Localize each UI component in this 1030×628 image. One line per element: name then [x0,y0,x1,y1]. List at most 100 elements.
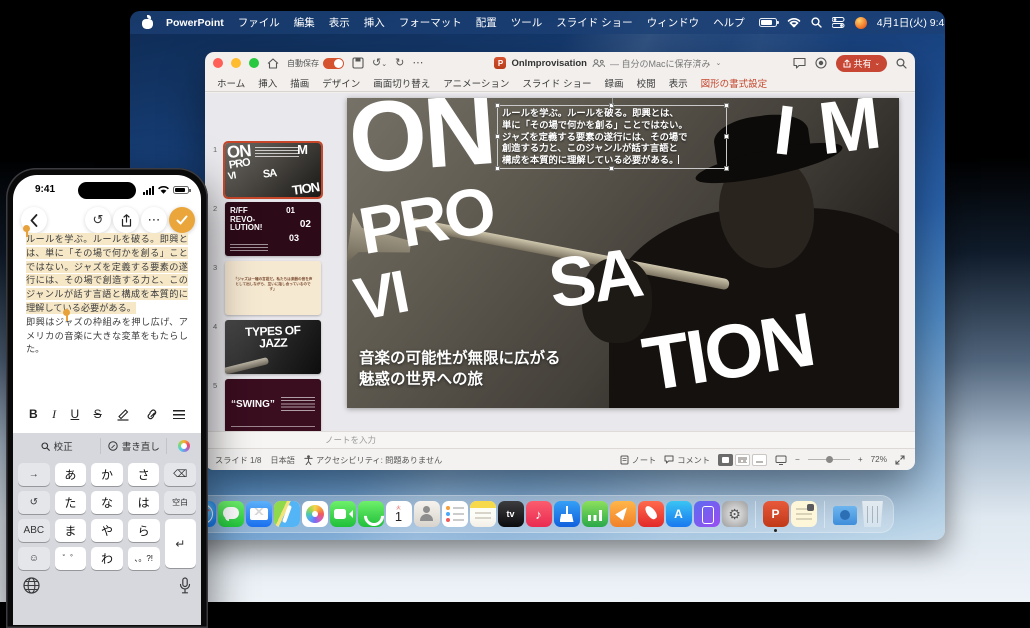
link-icon[interactable] [145,408,159,421]
comments-toggle[interactable]: コメント [664,454,710,466]
key-ra-row[interactable]: ら [128,519,160,542]
slide-canvas[interactable]: ON I M PRO VI SA TION 音楽の可能性が無限に広がる 魅惑の世… [347,98,899,408]
key-abc[interactable]: ABC [18,519,50,542]
menu-extra-app-icon[interactable] [855,17,867,29]
bold-button[interactable]: B [29,408,38,420]
menu-arrange[interactable]: 配置 [476,15,497,30]
tab-design[interactable]: デザイン [322,76,360,90]
comments-icon[interactable] [793,57,806,69]
italic-button[interactable]: I [52,408,56,420]
menu-window[interactable]: ウィンドウ [647,15,700,30]
selection-handle[interactable] [724,103,729,108]
menu-app-name[interactable]: PowerPoint [166,17,224,29]
stickies-icon[interactable] [791,501,817,527]
selection-start-handle[interactable] [23,225,30,232]
share-button[interactable]: 共有 ⌄ [836,55,887,72]
more-toolbar-button[interactable]: ⋯ [412,58,423,69]
more-button[interactable]: ⋯ [141,207,167,233]
rewrite-button[interactable]: 書き直し [101,438,167,454]
zoom-out-button[interactable]: − [795,455,800,464]
menu-clock[interactable]: 4月1日(火) 9:41 [877,15,945,30]
close-button[interactable] [213,58,223,68]
system-settings-icon[interactable]: ⚙ [722,501,748,527]
menu-format[interactable]: フォーマット [399,15,462,30]
menu-view[interactable]: 表示 [329,15,350,30]
search-icon[interactable] [811,17,822,28]
fit-slide-button[interactable] [895,455,905,465]
downloads-folder-icon[interactable] [832,501,858,527]
key-ha-row[interactable]: は [128,491,160,514]
key-a-row[interactable]: あ [55,463,87,486]
maps-icon[interactable] [274,501,300,527]
done-check-button[interactable] [169,207,195,233]
key-punctuation[interactable]: 、。?! [128,547,160,570]
save-status[interactable]: — 自分のMacに保存済み [610,57,711,70]
tab-draw[interactable]: 描画 [290,76,309,90]
key-ka-row[interactable]: か [91,463,123,486]
iphone-mirroring-icon[interactable] [694,501,720,527]
appletv-icon[interactable]: tv [498,501,524,527]
apple-intelligence-button[interactable] [167,438,201,454]
normal-view-button[interactable] [718,454,733,466]
tab-home[interactable]: ホーム [217,76,245,90]
selection-handle[interactable] [495,134,500,139]
undo-button[interactable]: ↺ [85,207,111,233]
reading-view-button[interactable] [752,454,767,466]
key-undo[interactable]: ↺ [18,491,50,514]
tab-slideshow[interactable]: スライド ショー [522,76,591,90]
key-ma-row[interactable]: ま [55,519,87,542]
pages-icon[interactable] [610,501,636,527]
home-icon[interactable] [267,58,279,69]
keynote-icon[interactable] [554,501,580,527]
key-space[interactable]: 空白 [164,491,196,514]
selection-handle[interactable] [495,166,500,171]
slide-thumbnail-3[interactable]: 「ジャズは一種の言語だ。私たちは楽器の音を声として出しながら、互いに話し合ってい… [225,261,321,315]
redo-button[interactable]: ↻ [395,58,404,69]
tab-record[interactable]: 録画 [605,76,624,90]
highlighted-text[interactable]: ルールを学ぶ。ルールを破る。即興とは、単に「その場で何かを創る」ことではない。ジ… [26,233,188,314]
calendar-icon[interactable]: 火 1 [386,501,412,527]
tab-shape-format[interactable]: 図形の書式設定 [701,76,768,90]
document-title[interactable]: OnImprovisation [511,58,586,69]
search-icon[interactable] [896,58,907,69]
contacts-icon[interactable] [414,501,440,527]
menu-help[interactable]: ヘルプ [713,15,745,30]
music-icon[interactable]: ♪ [526,501,552,527]
underline-button[interactable]: U [71,408,80,420]
zoom-in-button[interactable]: + [858,455,863,464]
tab-review[interactable]: 校閲 [637,76,656,90]
zoom-button[interactable] [249,58,259,68]
notes-app-icon[interactable] [470,501,496,527]
facetime-icon[interactable] [330,501,356,527]
tab-insert[interactable]: 挿入 [258,76,277,90]
zoom-level[interactable]: 72% [871,455,887,464]
trash-icon[interactable] [860,501,886,527]
notes-toggle[interactable]: ノート [620,454,657,466]
selection-handle[interactable] [724,166,729,171]
selection-handle[interactable] [724,134,729,139]
proofread-button[interactable]: 校正 [13,438,101,454]
powerpoint-dock-icon[interactable]: P [763,501,789,527]
key-na-row[interactable]: な [91,491,123,514]
photos-icon[interactable] [302,501,328,527]
save-icon[interactable] [352,57,364,69]
slide-textbox-selected[interactable]: ルールを学ぶ。ルールを破る。即興とは、 単に「その場で何かを創る」ことではない。… [497,105,727,169]
selection-handle[interactable] [609,166,614,171]
selection-end-handle[interactable] [63,309,70,316]
strikethrough-button[interactable]: S [94,408,102,420]
apple-menu-icon[interactable] [142,16,153,29]
key-emoji[interactable]: ☺ [18,547,50,570]
notes-bar[interactable]: ノートを入力 [205,431,915,448]
menu-slideshow[interactable]: スライド ショー [556,15,632,30]
key-dakuten[interactable]: ゛゜ [55,547,87,570]
list-format-icon[interactable] [173,410,185,419]
slideshow-button[interactable] [775,455,787,465]
key-sa-row[interactable]: さ [128,463,160,486]
highlight-pen-icon[interactable] [116,408,130,421]
key-ta-row[interactable]: た [55,491,87,514]
key-wa-row[interactable]: わ [91,547,123,570]
tab-animations[interactable]: アニメーション [443,76,509,90]
tab-transitions[interactable]: 画面切り替え [373,76,430,90]
key-ya-row[interactable]: や [91,519,123,542]
menu-file[interactable]: ファイル [238,15,280,30]
